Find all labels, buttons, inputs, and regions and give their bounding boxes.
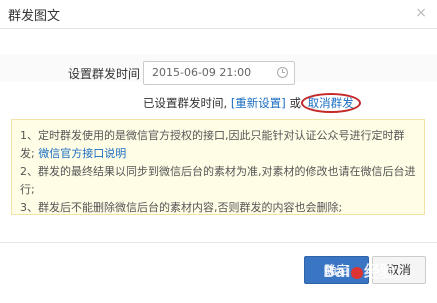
notice-line-1: 1、定时群发使用的是微信官方授权的接口,因此只能针对认证公众号进行定时群发; 微… [20,127,416,163]
reset-schedule-link[interactable]: [重新设置] [231,96,286,110]
schedule-status: 已设置群发时间, [重新设置] 或 取消群发 [143,95,357,111]
close-icon[interactable]: × [415,5,427,21]
notice-line-3: 3、群发后不能删除微信后台的素材内容,否则群发的内容也会删除; [20,201,343,214]
schedule-dialog: 群发图文 × 设置群发时间 2015-06-09 21:00 已设置群发时间, … [0,0,437,303]
confirm-button[interactable]: 确定 [304,256,369,284]
dialog-header: 群发图文 × [0,0,437,29]
footer-divider [0,242,437,243]
datetime-value: 2015-06-09 21:00 [152,66,252,79]
or-text: 或 [289,96,301,110]
schedule-datetime-input[interactable]: 2015-06-09 21:00 [143,61,295,85]
schedule-time-label: 设置群发时间 [68,67,141,81]
dialog-title: 群发图文 [8,9,61,24]
clock-icon[interactable] [277,67,288,78]
status-prefix: 已设置群发时间, [143,96,228,110]
cancel-button[interactable]: 取消 [372,256,426,284]
notice-box: 1、定时群发使用的是微信官方授权的接口,因此只能针对认证公众号进行定时群发; 微… [11,119,425,215]
api-docs-link[interactable]: 微信官方接口说明 [38,147,126,160]
notice-line-2: 2、群发的最终结果以同步到微信后台的素材为准,对素材的修改也请在微信后台进行; [20,165,416,196]
cancel-schedule-link[interactable]: 取消群发 [305,96,357,110]
